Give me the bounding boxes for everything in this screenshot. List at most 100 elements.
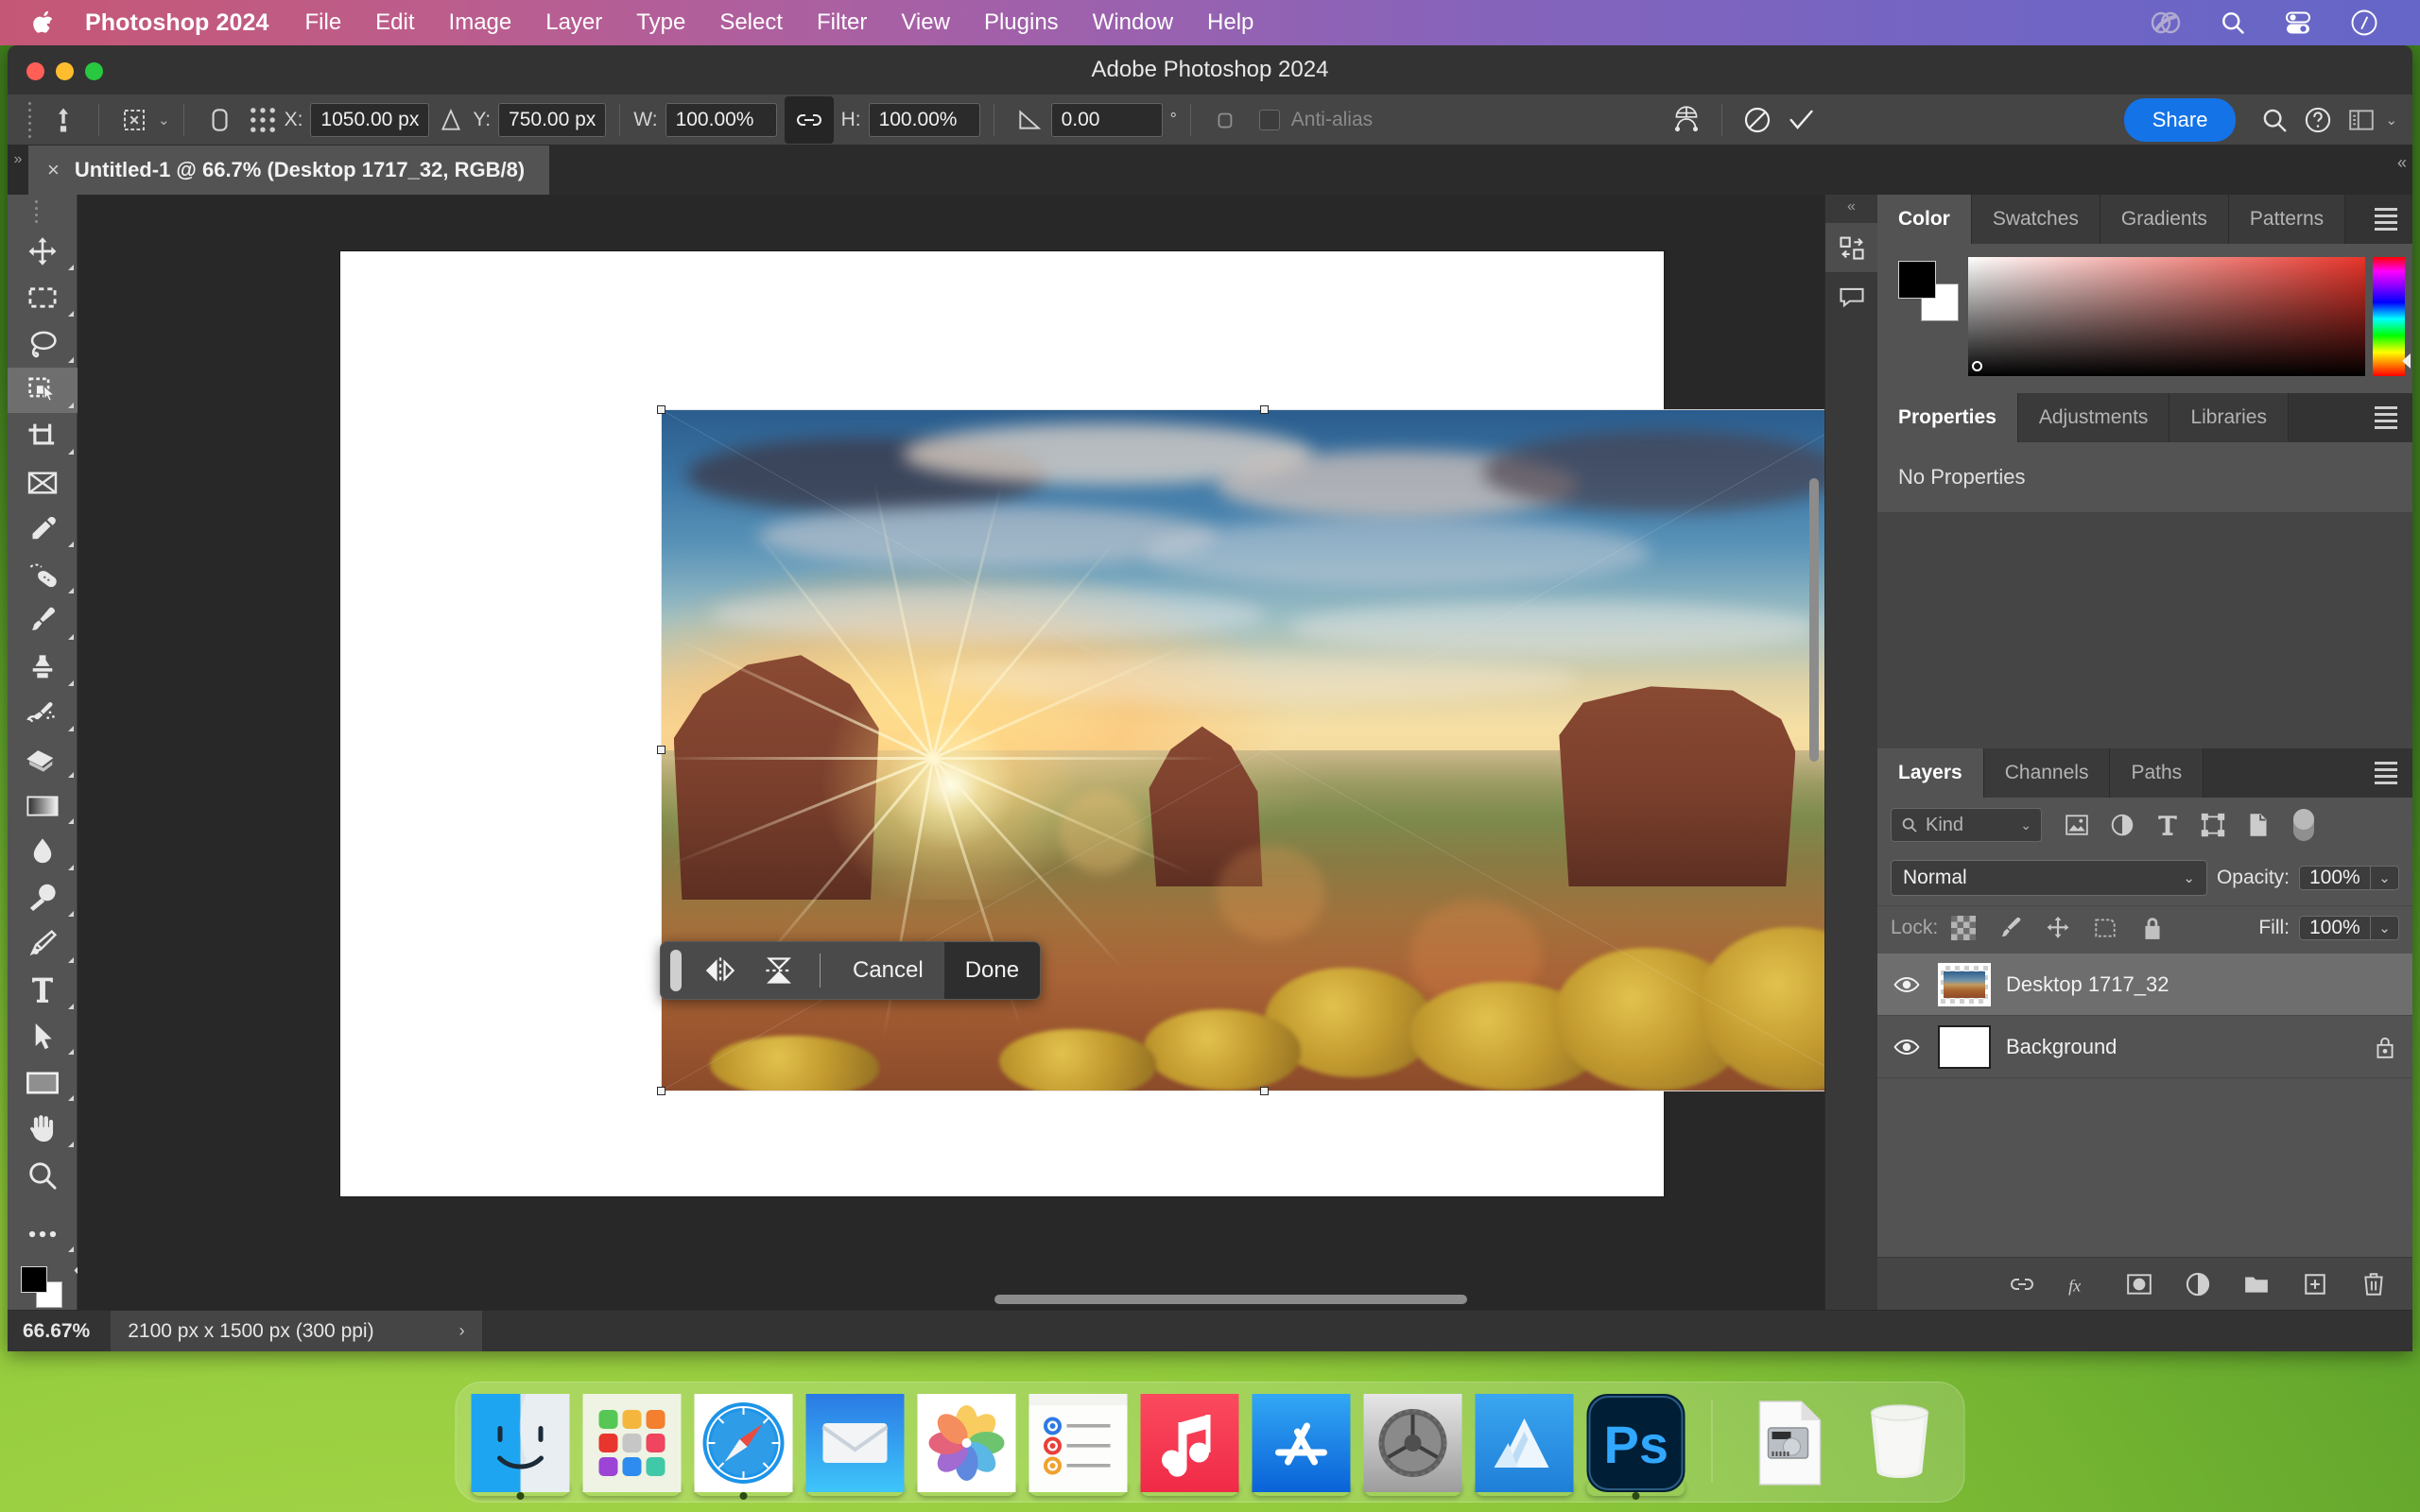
menu-select[interactable]: Select <box>719 9 783 36</box>
chevron-right-icon[interactable]: › <box>459 1321 465 1341</box>
chevron-down-icon[interactable]: ⌄ <box>2183 869 2195 886</box>
dock-item-disk-image-file[interactable] <box>1739 1394 1838 1492</box>
tab-libraries[interactable]: Libraries <box>2169 393 2289 442</box>
fill-stepper[interactable]: 100% ⌄ <box>2299 916 2399 940</box>
hud-drag-handle[interactable] <box>670 950 682 991</box>
sidebar-item-dodge-tool[interactable] <box>8 875 78 921</box>
filter-enable-toggle[interactable] <box>2293 809 2314 841</box>
delete-layer-icon[interactable] <box>2358 1268 2390 1300</box>
sidebar-item-history-brush-tool[interactable] <box>8 691 78 737</box>
fill-value[interactable]: 100% <box>2300 917 2370 939</box>
lock-all-icon[interactable] <box>2136 912 2169 944</box>
spotlight-search-icon[interactable] <box>2220 9 2246 36</box>
sidebar-item-clone-stamp-tool[interactable] <box>8 644 78 691</box>
dock-item-trash[interactable] <box>1851 1394 1949 1492</box>
menu-file[interactable]: File <box>305 9 342 36</box>
sidebar-item-eraser-tool[interactable] <box>8 736 78 782</box>
sidebar-item-pen-tool[interactable] <box>8 921 78 968</box>
tab-gradients[interactable]: Gradients <box>2100 195 2229 244</box>
apple-logo-icon[interactable] <box>32 9 57 37</box>
tab-color[interactable]: Color <box>1877 195 1972 244</box>
layer-thumbnail[interactable] <box>1938 963 1991 1006</box>
canvas-horizontal-scrollbar[interactable] <box>994 1295 1467 1304</box>
color-panel-swatches[interactable] <box>1877 257 1968 376</box>
sidebar-item-rectangular-select-tool[interactable] <box>8 275 78 321</box>
dock-item-unknown-blue-app[interactable] <box>1476 1394 1574 1492</box>
done-transform-button[interactable]: Done <box>944 942 1040 999</box>
layer-name[interactable]: Background <box>2006 1035 2356 1059</box>
tab-adjustments[interactable]: Adjustments <box>2018 393 2170 442</box>
table-row[interactable]: Desktop 1717_32 <box>1877 954 2412 1016</box>
add-layer-mask-icon[interactable] <box>2123 1268 2155 1300</box>
menu-plugins[interactable]: Plugins <box>984 9 1059 36</box>
flip-horizontal-icon[interactable] <box>691 942 750 999</box>
new-adjustment-layer-icon[interactable] <box>2182 1268 2214 1300</box>
filter-smart-object-icon[interactable] <box>2238 807 2278 843</box>
layer-visibility-toggle[interactable] <box>1891 975 1923 994</box>
x-coordinate-input[interactable]: 1050.00 px <box>310 103 429 137</box>
sidebar-item-hand-tool[interactable] <box>8 1106 78 1152</box>
panel-menu-icon[interactable] <box>2360 195 2412 244</box>
document-canvas[interactable] <box>340 251 1664 1196</box>
dock-item-launchpad[interactable] <box>583 1394 682 1492</box>
menu-filter[interactable]: Filter <box>817 9 867 36</box>
color-panel-foreground-swatch[interactable] <box>1898 261 1936 299</box>
document-dimensions[interactable]: 2100 px x 1500 px (300 ppi) › <box>111 1311 481 1352</box>
mini-dock-collapse-icon[interactable]: « <box>1847 198 1856 215</box>
help-icon[interactable] <box>2296 100 2340 140</box>
hue-slider-marker[interactable] <box>2402 353 2411 369</box>
control-center-icon[interactable] <box>2284 9 2312 36</box>
lock-position-icon[interactable] <box>2042 912 2074 944</box>
canvas-vertical-scrollbar[interactable] <box>1809 478 1819 762</box>
opacity-stepper[interactable]: 100% ⌄ <box>2299 866 2399 890</box>
antialias-checkbox[interactable] <box>1248 100 1291 140</box>
tab-properties[interactable]: Properties <box>1877 393 2018 442</box>
maintain-aspect-ratio-link-icon[interactable] <box>785 96 834 144</box>
hue-slider[interactable] <box>2373 257 2405 376</box>
dock-item-system-settings[interactable] <box>1364 1394 1462 1492</box>
chevron-down-icon[interactable]: ⌄ <box>2370 917 2398 939</box>
opacity-value[interactable]: 100% <box>2300 867 2370 889</box>
dock-item-mail[interactable] <box>806 1394 905 1492</box>
menu-type[interactable]: Type <box>636 9 685 36</box>
menu-edit[interactable]: Edit <box>375 9 414 36</box>
tab-channels[interactable]: Channels <box>1984 748 2111 798</box>
layer-style-fx-icon[interactable]: fx <box>2065 1268 2097 1300</box>
dock-item-app-store[interactable] <box>1253 1394 1351 1492</box>
new-group-icon[interactable] <box>2240 1268 2273 1300</box>
chevron-down-icon[interactable]: ⌄ <box>2370 867 2398 889</box>
lock-artboard-icon[interactable] <box>2089 912 2121 944</box>
panel-menu-icon[interactable] <box>2360 748 2412 798</box>
sidebar-item-eyedropper-tool[interactable] <box>8 506 78 552</box>
menu-view[interactable]: View <box>901 9 950 36</box>
tab-strip-grip[interactable]: » <box>8 146 28 195</box>
lock-all-icon[interactable] <box>2371 1035 2399 1059</box>
lock-transparent-pixels-icon[interactable] <box>1947 912 1979 944</box>
dock-item-photoshop[interactable]: Ps <box>1587 1394 1685 1492</box>
chevron-down-icon[interactable]: ⌄ <box>2020 817 2031 833</box>
close-icon[interactable]: × <box>47 158 60 182</box>
chevron-down-icon[interactable]: ⌄ <box>158 112 170 129</box>
cancel-transform-icon[interactable] <box>1736 100 1779 140</box>
blend-mode-select[interactable]: Normal ⌄ <box>1891 860 2207 896</box>
sidebar-item-frame-tool[interactable] <box>8 459 78 506</box>
maximize-window-button[interactable] <box>85 62 103 80</box>
panel-collapse-arrows-icon[interactable]: « <box>2397 153 2407 173</box>
dock-item-safari[interactable] <box>695 1394 793 1492</box>
tools-panel-grip[interactable] <box>35 200 50 223</box>
tab-layers[interactable]: Layers <box>1877 748 1984 798</box>
sidebar-item-spot-healing-tool[interactable] <box>8 552 78 598</box>
sidebar-item-type-tool[interactable] <box>8 968 78 1014</box>
sidebar-item-blur-tool[interactable] <box>8 829 78 875</box>
flip-vertical-icon[interactable] <box>750 942 808 999</box>
dock-item-music[interactable] <box>1141 1394 1239 1492</box>
delta-triangle-icon[interactable] <box>429 100 473 140</box>
layer-thumbnail[interactable] <box>1938 1025 1991 1069</box>
workspace-switcher-icon[interactable] <box>2340 100 2383 140</box>
cancel-transform-button[interactable]: Cancel <box>832 942 944 999</box>
options-bar-grip[interactable] <box>23 102 36 138</box>
new-layer-icon[interactable] <box>2299 1268 2331 1300</box>
sidebar-item-edit-toolbar[interactable] <box>8 1211 78 1257</box>
window-traffic-lights[interactable] <box>26 62 103 80</box>
filter-image-icon[interactable] <box>2057 807 2097 843</box>
